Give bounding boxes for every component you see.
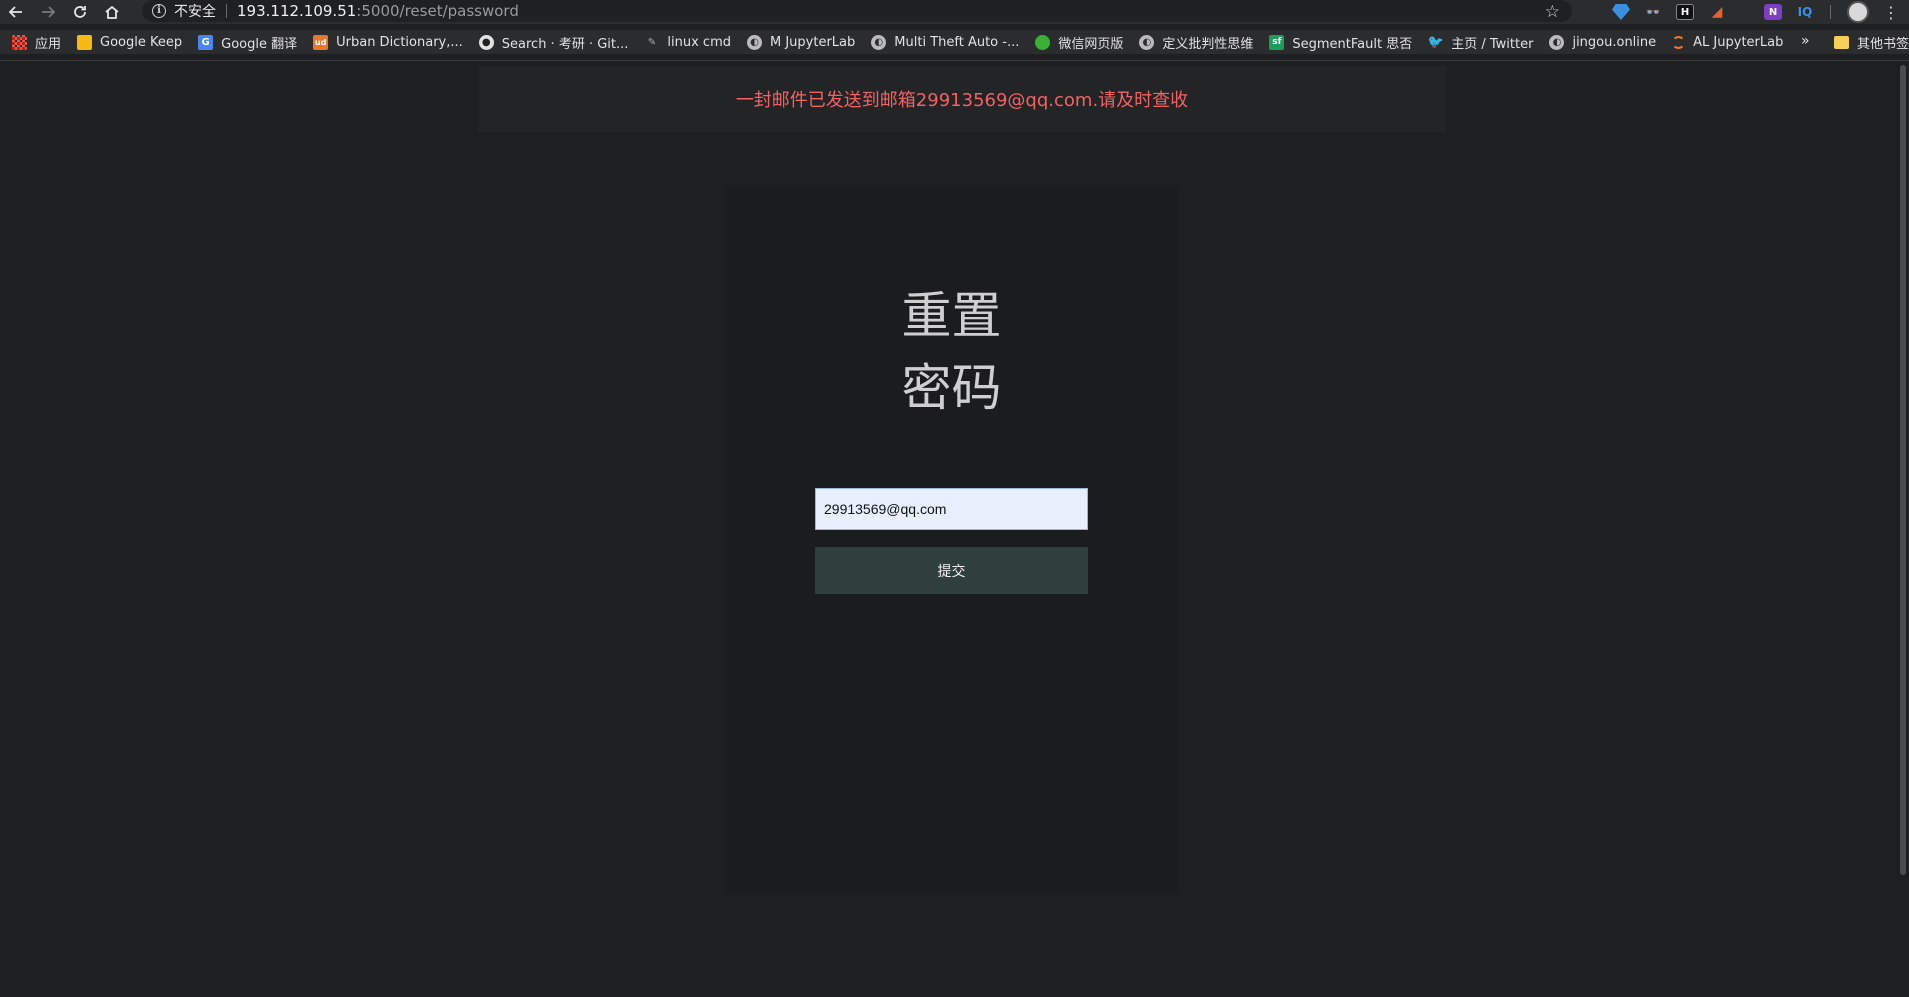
page-title: 重置 密码 xyxy=(725,280,1178,424)
bookmark-m-jupyterlab[interactable]: ◐ M JupyterLab xyxy=(747,34,856,50)
reload-icon xyxy=(74,6,86,18)
onenote-extension-icon[interactable]: N xyxy=(1764,4,1782,20)
wechat-icon xyxy=(1035,34,1051,50)
back-arrow-icon xyxy=(8,6,22,18)
bookmark-segmentfault[interactable]: sf SegmentFault 思否 xyxy=(1269,33,1412,52)
bookmark-google-keep[interactable]: Google Keep xyxy=(77,34,183,50)
submit-button[interactable]: 提交 xyxy=(815,547,1088,594)
bookmark-star-icon[interactable]: ☆ xyxy=(1545,2,1560,22)
address-separator xyxy=(226,4,227,18)
bookmark-al-jupyterlab[interactable]: AL JupyterLab xyxy=(1672,35,1783,50)
security-label[interactable]: 不安全 xyxy=(174,1,216,21)
bookmark-urban-dictionary[interactable]: ud Urban Dictionary,... xyxy=(313,34,463,50)
translate-icon: G xyxy=(198,34,214,50)
other-bookmarks-folder[interactable]: 其他书签 xyxy=(1834,30,1909,54)
flag-extension-icon[interactable]: ◢ xyxy=(1708,4,1726,20)
bookmark-label: AL JupyterLab xyxy=(1693,34,1784,50)
bookmark-label: Google 翻译 xyxy=(221,36,298,52)
bookmark-github-search[interactable]: ● Search · 考研 · Git... xyxy=(478,33,629,52)
url-host: 193.112.109.51 xyxy=(237,2,357,20)
globe-icon: ◐ xyxy=(1549,34,1565,50)
extension-spacer xyxy=(1740,4,1750,20)
jupyter-icon xyxy=(1672,35,1686,49)
github-icon: ● xyxy=(478,34,494,50)
bookmark-label: Urban Dictionary,... xyxy=(336,34,463,50)
bookmark-multi-theft-auto[interactable]: ◐ Multi Theft Auto -... xyxy=(871,34,1020,50)
flash-message-text: 一封邮件已发送到邮箱29913569@qq.com.请及时查收 xyxy=(735,90,1189,111)
url-path: :5000/reset/password xyxy=(356,2,519,20)
email-field[interactable] xyxy=(815,488,1088,530)
scrollbar-thumb[interactable] xyxy=(1900,65,1906,875)
bookmark-google-translate[interactable]: G Google 翻译 xyxy=(198,33,297,52)
forward-arrow-icon xyxy=(42,6,56,18)
bookmark-label: Multi Theft Auto -... xyxy=(894,34,1020,50)
browser-toolbar: i 不安全 193.112.109.51 :5000/reset/passwor… xyxy=(0,0,1909,24)
bookmark-jingou[interactable]: ◐ jingou.online xyxy=(1549,34,1657,50)
home-icon xyxy=(105,5,119,19)
page-scrollbar[interactable] xyxy=(1897,61,1909,997)
back-button[interactable] xyxy=(0,0,32,24)
flash-message: 一封邮件已发送到邮箱29913569@qq.com.请及时查收 xyxy=(478,66,1446,132)
bookmark-label: jingou.online xyxy=(1572,34,1657,50)
toolbar-separator xyxy=(1830,5,1831,19)
bookmarks-bar: 应用 Google Keep G Google 翻译 ud Urban Dict… xyxy=(0,30,1909,54)
globe-icon: ◐ xyxy=(871,34,887,50)
keep-icon xyxy=(77,34,93,50)
iq-extension-icon[interactable]: IQ xyxy=(1796,4,1814,20)
extensions-area: 👓 H ◢ N IQ ⋮ xyxy=(1612,0,1899,24)
bookmark-linux-cmd[interactable]: ✎ linux cmd xyxy=(644,35,731,50)
diamond-extension-icon[interactable] xyxy=(1612,4,1630,20)
globe-icon: ◐ xyxy=(1139,34,1155,50)
bookmark-label: Google Keep xyxy=(100,34,183,50)
other-bookmarks-label: 其他书签 xyxy=(1857,36,1909,52)
address-bar[interactable]: i 不安全 193.112.109.51 :5000/reset/passwor… xyxy=(142,0,1572,22)
globe-icon: ◐ xyxy=(747,34,762,50)
chrome-divider xyxy=(0,60,1909,61)
bookmark-label: 微信网页版 xyxy=(1058,36,1124,52)
folder-icon xyxy=(1834,35,1849,49)
bookmark-label: 应用 xyxy=(35,36,62,52)
browser-menu-icon[interactable]: ⋮ xyxy=(1883,3,1899,22)
bookmark-critical-thinking[interactable]: ◐ 定义批判性思维 xyxy=(1139,33,1253,52)
profile-avatar[interactable] xyxy=(1847,1,1869,23)
h-extension-icon[interactable]: H xyxy=(1676,4,1694,20)
bookmark-label: 定义批判性思维 xyxy=(1162,36,1254,52)
eyes-extension-icon[interactable]: 👓 xyxy=(1644,4,1662,20)
bookmark-label: SegmentFault 思否 xyxy=(1292,36,1413,52)
reset-password-card: 重置 密码 提交 xyxy=(725,186,1178,894)
bookmark-label: linux cmd xyxy=(667,34,731,50)
bookmark-apps[interactable]: 应用 xyxy=(12,33,61,52)
info-icon[interactable]: i xyxy=(152,4,166,18)
title-line-2: 密码 xyxy=(901,359,1002,417)
bookmarks-overflow-button[interactable]: » xyxy=(1801,33,1810,49)
home-button[interactable] xyxy=(96,0,128,24)
linux-cmd-icon: ✎ xyxy=(647,36,657,48)
apps-grid-icon xyxy=(12,34,27,50)
title-line-1: 重置 xyxy=(901,287,1002,345)
bookmark-twitter[interactable]: 🐦 主页 / Twitter xyxy=(1427,33,1534,52)
reload-button[interactable] xyxy=(64,0,96,24)
bookmark-wechat-web[interactable]: 微信网页版 xyxy=(1035,33,1123,52)
bookmark-label: 主页 / Twitter xyxy=(1451,36,1534,52)
bookmark-label: Search · 考研 · Git... xyxy=(501,36,629,52)
urban-dictionary-icon: ud xyxy=(313,34,329,50)
twitter-icon: 🐦 xyxy=(1427,34,1444,50)
bookmark-label: M JupyterLab xyxy=(770,34,856,50)
segmentfault-icon: sf xyxy=(1269,34,1285,50)
forward-button[interactable] xyxy=(32,0,64,24)
